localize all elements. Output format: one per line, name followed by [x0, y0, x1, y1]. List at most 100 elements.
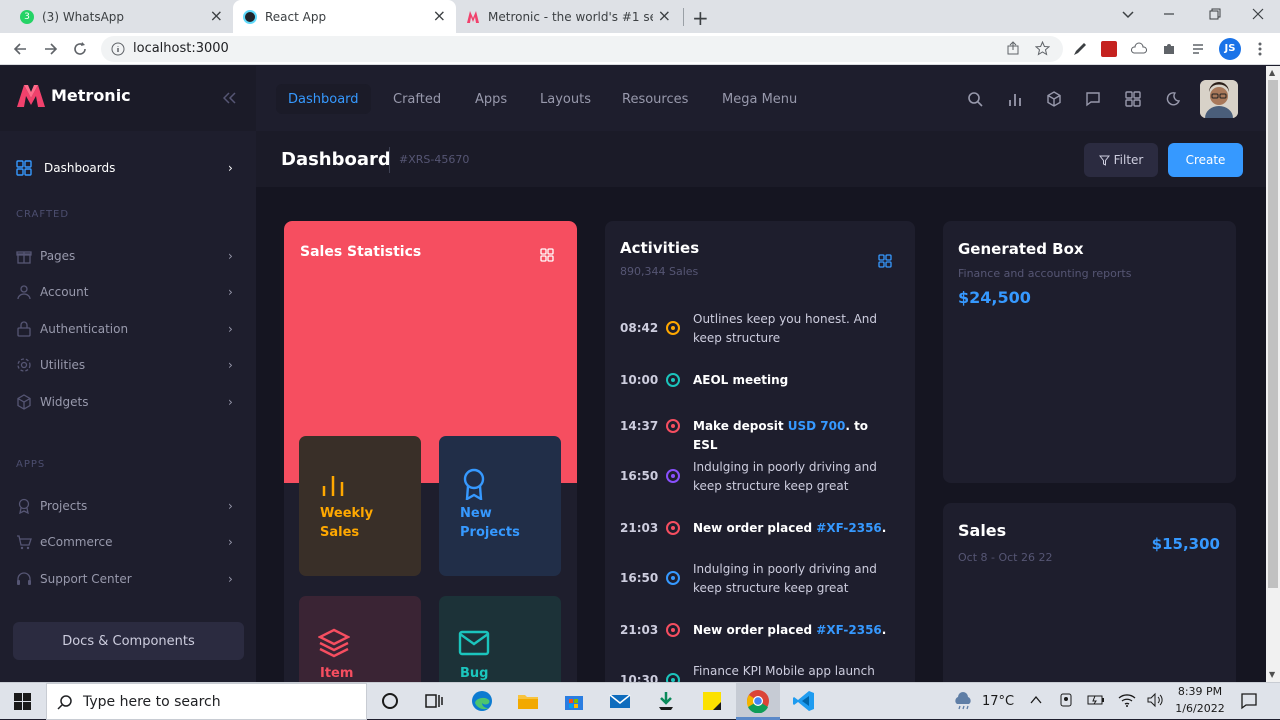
- edge-icon[interactable]: [469, 688, 495, 714]
- cloud-extension-icon[interactable]: [1131, 41, 1147, 57]
- clock-date[interactable]: 1/6/2022: [1170, 702, 1230, 715]
- grid-menu-icon[interactable]: [878, 254, 892, 268]
- scrollbar-thumb[interactable]: [1268, 80, 1278, 588]
- create-button[interactable]: Create: [1168, 143, 1243, 177]
- tab-separator: [683, 8, 684, 26]
- weather-cloud-icon[interactable]: [953, 692, 973, 710]
- sidebar-item-label: Pages: [40, 249, 76, 263]
- page-scrollbar[interactable]: ▲ ▼: [1266, 66, 1280, 682]
- red-extension-icon[interactable]: [1101, 41, 1117, 57]
- reading-list-icon[interactable]: [1191, 41, 1207, 57]
- nav-layouts[interactable]: Layouts: [528, 84, 603, 114]
- restore-icon[interactable]: [1208, 7, 1222, 21]
- back-icon[interactable]: [12, 41, 28, 57]
- tab-metronic[interactable]: Metronic - the world's #1 selling ×: [456, 0, 681, 33]
- tile-line-2: Projects: [460, 525, 520, 540]
- sidebar-item-pages[interactable]: Pages ›: [0, 238, 256, 274]
- filter-button[interactable]: Filter: [1084, 143, 1158, 177]
- timeline-text: Outlines keep you honest. And keep struc…: [693, 312, 878, 345]
- nav-apps[interactable]: Apps: [463, 84, 519, 114]
- sidebar-item-widgets[interactable]: Widgets ›: [0, 384, 256, 420]
- chrome-menu-icon[interactable]: [1257, 41, 1263, 57]
- installer-icon[interactable]: [653, 688, 679, 714]
- sidebar-item-dashboards[interactable]: Dashboards ›: [0, 150, 256, 186]
- reload-icon[interactable]: [72, 41, 88, 57]
- sidebar-item-ecommerce[interactable]: eCommerce ›: [0, 524, 256, 560]
- sidebar-item-authentication[interactable]: Authentication ›: [0, 311, 256, 347]
- volume-icon[interactable]: [1146, 692, 1164, 708]
- tab-react-app[interactable]: React App ×: [233, 0, 456, 33]
- sidebar-item-account[interactable]: Account ›: [0, 274, 256, 310]
- close-window-icon[interactable]: [1251, 7, 1265, 21]
- notifications-icon[interactable]: [1240, 692, 1258, 710]
- scroll-down-arrow-icon[interactable]: ▼: [1269, 671, 1275, 679]
- timeline-text-part: .: [881, 623, 887, 637]
- timeline-link[interactable]: #XF-2356: [816, 623, 882, 637]
- timeline-link[interactable]: #XF-2356: [816, 521, 882, 535]
- app-root: Metronic Dashboards › CRAFTED Pages › Ac…: [0, 66, 1266, 682]
- tile-bug[interactable]: Bug: [439, 596, 561, 682]
- task-view-icon[interactable]: [421, 688, 447, 714]
- user-avatar[interactable]: [1200, 80, 1238, 118]
- sidebar-item-utilities[interactable]: Utilities ›: [0, 347, 256, 383]
- forward-icon[interactable]: [43, 41, 59, 57]
- apps-grid-icon[interactable]: [1125, 91, 1141, 107]
- timeline-link[interactable]: USD 700: [788, 419, 846, 433]
- windows-taskbar: Type here to search 17°C 8:39 PM 1/6/202…: [0, 682, 1280, 720]
- sidebar-item-projects[interactable]: Projects ›: [0, 488, 256, 524]
- search-icon[interactable]: [967, 91, 983, 107]
- cortana-icon[interactable]: [377, 688, 403, 714]
- nav-crafted[interactable]: Crafted: [381, 84, 453, 114]
- cube-icon[interactable]: [1046, 91, 1062, 107]
- docs-components-button[interactable]: Docs & Components: [13, 622, 244, 660]
- sidebar-section-apps: APPS: [16, 459, 46, 470]
- new-tab-icon[interactable]: +: [692, 6, 709, 30]
- pen-extension-icon[interactable]: [1072, 41, 1088, 57]
- address-input[interactable]: localhost:3000: [101, 36, 1063, 62]
- scroll-up-arrow-icon[interactable]: ▲: [1269, 69, 1275, 77]
- taskbar-search-input[interactable]: Type here to search: [46, 683, 367, 720]
- cart-icon: [16, 534, 32, 550]
- meet-now-icon[interactable]: [1058, 692, 1074, 708]
- tile-new-projects[interactable]: New Projects: [439, 436, 561, 576]
- tab-search-icon[interactable]: [1121, 7, 1135, 21]
- clock-time[interactable]: 8:39 PM: [1170, 685, 1230, 698]
- tile-item[interactable]: Item: [299, 596, 421, 682]
- chrome-taskbar-icon[interactable]: [736, 683, 780, 720]
- site-info-icon[interactable]: [111, 42, 125, 56]
- share-icon[interactable]: [1006, 41, 1020, 55]
- close-tab-icon[interactable]: ×: [658, 8, 671, 24]
- generated-box-card: Generated Box Finance and accounting rep…: [943, 221, 1236, 483]
- close-tab-icon[interactable]: ×: [433, 8, 446, 24]
- grid-menu-icon[interactable]: [540, 248, 554, 262]
- sidebar-item-support-center[interactable]: Support Center ›: [0, 561, 256, 597]
- nav-dashboard[interactable]: Dashboard: [276, 84, 371, 114]
- minimize-icon[interactable]: [1162, 7, 1176, 21]
- sidebar-item-label: Authentication: [40, 322, 129, 336]
- collapse-sidebar-icon[interactable]: [223, 92, 237, 104]
- sticky-notes-icon[interactable]: [699, 688, 725, 714]
- metronic-logo-icon[interactable]: [16, 84, 46, 108]
- card-subtitle: 890,344 Sales: [620, 265, 699, 278]
- nav-mega-menu[interactable]: Mega Menu: [710, 84, 809, 114]
- chat-icon[interactable]: [1085, 91, 1101, 107]
- bar-chart-icon[interactable]: [1007, 91, 1023, 107]
- moon-icon[interactable]: [1165, 91, 1181, 107]
- file-explorer-icon[interactable]: [515, 688, 541, 714]
- close-tab-icon[interactable]: ×: [210, 8, 223, 24]
- extensions-puzzle-icon[interactable]: [1161, 41, 1177, 57]
- vscode-icon[interactable]: [791, 688, 817, 714]
- wifi-icon[interactable]: [1118, 692, 1136, 708]
- card-title: Activities: [620, 239, 700, 257]
- profile-avatar[interactable]: JS: [1219, 38, 1241, 60]
- windows-start-icon[interactable]: [14, 693, 31, 710]
- tile-weekly-sales[interactable]: Weekly Sales: [299, 436, 421, 576]
- mail-icon[interactable]: [607, 688, 633, 714]
- bookmark-star-icon[interactable]: [1035, 41, 1050, 56]
- tab-whatsapp[interactable]: 3 (3) WhatsApp ×: [8, 0, 233, 33]
- microsoft-store-icon[interactable]: [561, 688, 587, 714]
- nav-resources[interactable]: Resources: [610, 84, 700, 114]
- show-hidden-icons-chevron-icon[interactable]: [1029, 693, 1043, 707]
- filter-icon: [1098, 155, 1110, 166]
- battery-icon[interactable]: [1087, 693, 1105, 707]
